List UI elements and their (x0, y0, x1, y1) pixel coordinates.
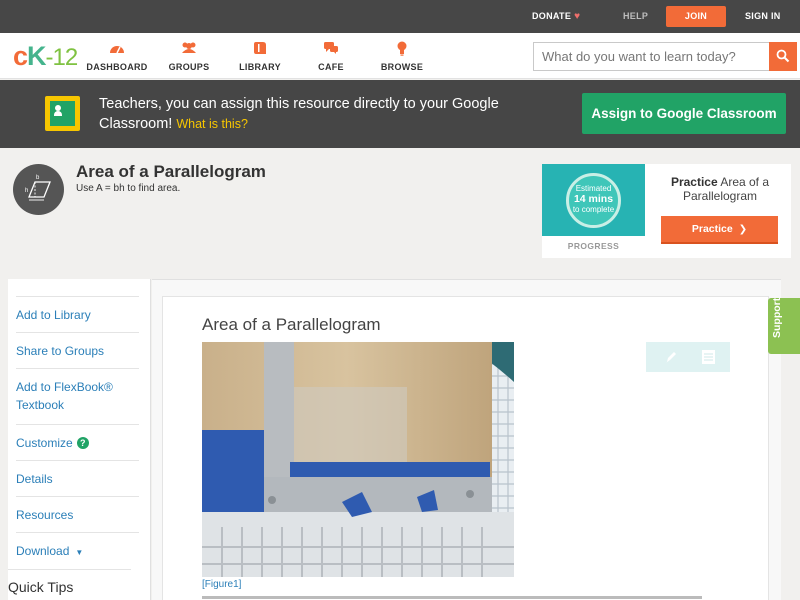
chat-bubbles-icon (297, 41, 365, 56)
figure-caption[interactable]: [Figure1] (202, 579, 241, 590)
body-text-cutoff (202, 593, 722, 600)
what-is-this-link[interactable]: What is this? (176, 117, 248, 131)
edit-pencil-icon[interactable] (648, 342, 688, 372)
top-utility-bar: DONATE ♥ HELP JOIN SIGN IN (0, 0, 800, 33)
sidebar-item-resources[interactable]: Resources (16, 496, 139, 524)
sidebar-item-share-to-groups[interactable]: Share to Groups (16, 332, 139, 360)
nav-dashboard[interactable]: DASHBOARD (83, 41, 151, 72)
estimated-time-badge: Estimated 14 mins to complete (542, 164, 645, 236)
notes-icon[interactable] (688, 342, 728, 372)
practice-card: Estimated 14 mins to complete PROGRESS P… (542, 164, 791, 258)
heart-icon: ♥ (574, 11, 581, 22)
nav-cafe[interactable]: CAFE (297, 41, 365, 72)
donate-link[interactable]: DONATE ♥ (532, 0, 580, 33)
content-title: Area of a Parallelogram (202, 315, 381, 334)
search-button[interactable] (769, 42, 797, 71)
progress-label: PROGRESS (567, 241, 620, 251)
caret-down-icon: ▼ (75, 548, 84, 557)
classroom-message: Teachers, you can assign this resource d… (99, 96, 499, 132)
sidebar-item-details[interactable]: Details (16, 460, 139, 488)
speedometer-icon (83, 41, 151, 56)
concept-subtitle: Use A = bh to find area. (76, 183, 181, 194)
nav-groups[interactable]: GROUPS (155, 41, 223, 72)
quick-tips-heading: Quick Tips (8, 569, 131, 595)
search-input[interactable] (533, 42, 769, 71)
ck12-logo[interactable]: cK-12 (13, 42, 78, 72)
google-classroom-icon (45, 96, 80, 131)
search-icon (776, 49, 790, 63)
sidebar-item-add-to-flexbook[interactable]: Add to FlexBook® Textbook (16, 368, 139, 414)
nav-library[interactable]: LIBRARY (226, 41, 294, 72)
lightbulb-icon (368, 41, 436, 56)
sidebar-item-customize[interactable]: Customize? (16, 424, 139, 452)
practice-button[interactable]: Practice ❯ (661, 216, 778, 244)
book-icon (226, 41, 294, 56)
help-icon[interactable]: ? (76, 437, 89, 449)
concept-title: Area of a Parallelogram (76, 162, 266, 181)
donate-label: DONATE (532, 11, 572, 21)
sign-in-link[interactable]: SIGN IN (745, 0, 781, 33)
nav-browse[interactable]: BROWSE (368, 41, 436, 72)
svg-text:b: b (36, 175, 40, 181)
svg-text:h: h (25, 188, 28, 194)
sidebar-item-add-to-library[interactable]: Add to Library (16, 296, 139, 324)
sidebar: Add to Library Share to Groups Add to Fl… (8, 279, 151, 600)
parallelogram-photo (202, 342, 514, 577)
help-link[interactable]: HELP (623, 0, 648, 33)
sidebar-item-download[interactable]: Download ▼ (16, 532, 139, 562)
chevron-right-icon: ❯ (738, 224, 748, 235)
people-icon (155, 41, 223, 56)
assign-to-google-classroom-button[interactable]: Assign to Google Classroom (582, 93, 786, 134)
google-classroom-banner: Teachers, you can assign this resource d… (0, 80, 800, 148)
parallelogram-concept-icon: b h (13, 164, 64, 215)
content-tools (646, 342, 730, 372)
main-nav: cK-12 DASHBOARD GROUPS LIBRARY CAFE BROW… (0, 33, 800, 79)
join-button[interactable]: JOIN (666, 6, 726, 27)
practice-title: Practice Area of a Parallelogram (670, 175, 770, 203)
support-tab[interactable]: Support (768, 298, 800, 354)
